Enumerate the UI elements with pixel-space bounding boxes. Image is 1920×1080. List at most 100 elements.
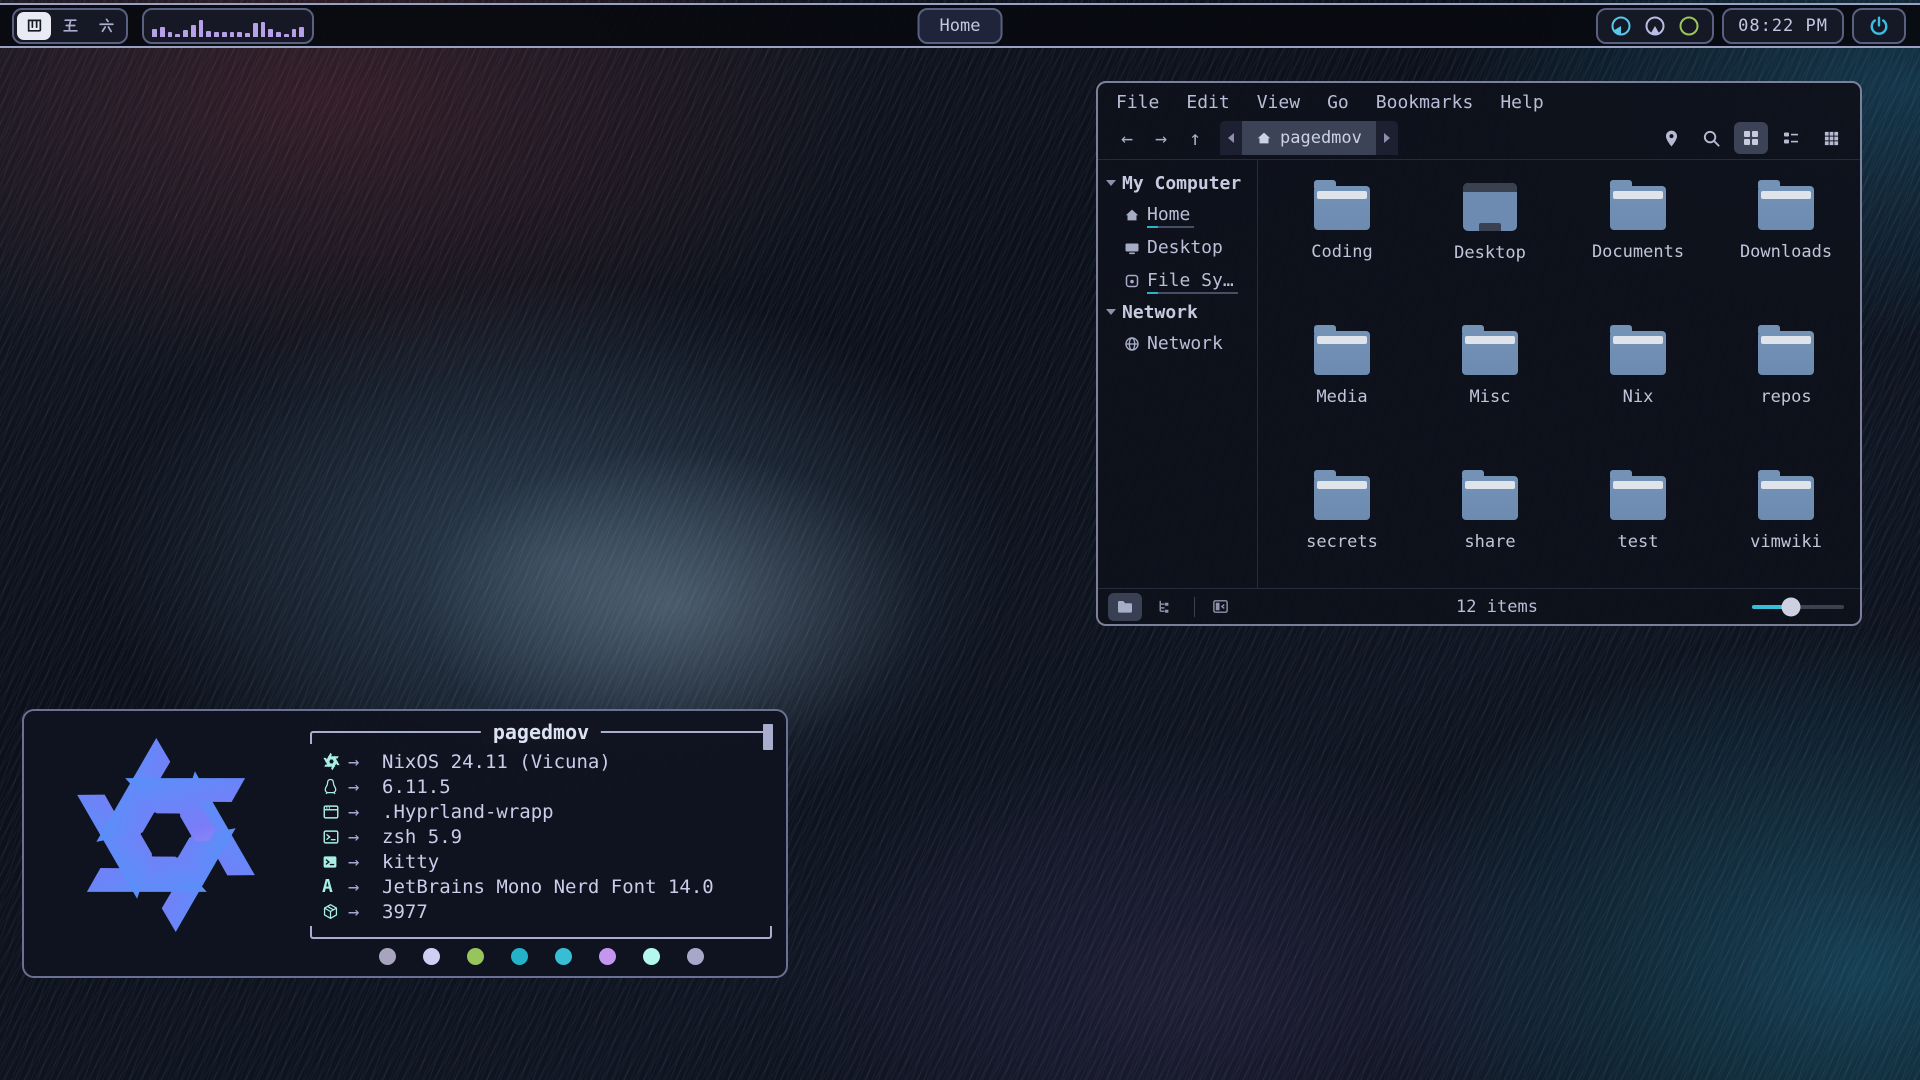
chevron-left-icon	[1228, 133, 1234, 143]
palette-dot	[687, 948, 704, 965]
folder-icon	[1610, 476, 1666, 520]
grid-view-icon	[1742, 129, 1760, 147]
sidebar-item-desktop[interactable]: Desktop	[1098, 231, 1257, 264]
sidebar-item-label: Home	[1147, 204, 1190, 225]
power-button[interactable]	[1852, 8, 1906, 44]
zoom-slider-thumb[interactable]	[1781, 597, 1800, 616]
fetch-row-kernel: → 6.11.5	[322, 774, 772, 799]
visualizer-bar	[199, 20, 204, 37]
folder-grid: Coding Desktop Documents Downloads	[1258, 160, 1860, 588]
palette-dot	[379, 948, 396, 965]
visualizer-bar	[245, 33, 250, 37]
dense-grid-icon	[1823, 130, 1840, 147]
menu-item[interactable]: Go	[1327, 92, 1349, 113]
disk-usage-pie-icon[interactable]	[1678, 15, 1700, 37]
workspace-switcher	[12, 8, 128, 44]
menu-bar: File Edit View Go Bookmarks Help	[1098, 83, 1860, 117]
terminal-icon	[322, 854, 338, 870]
forward-button[interactable]: →	[1144, 126, 1178, 150]
folder-icon	[1610, 331, 1666, 375]
menu-item[interactable]: Edit	[1186, 92, 1229, 113]
folder-item[interactable]: test	[1564, 460, 1712, 605]
section-title: Network	[1122, 302, 1198, 323]
folder-icon	[1610, 186, 1666, 230]
path-scroll-left-button[interactable]	[1220, 121, 1242, 155]
folder-icon	[1116, 598, 1134, 616]
search-button[interactable]	[1694, 122, 1728, 154]
visualizer-bar	[168, 32, 173, 37]
palette-dot	[511, 948, 528, 965]
icon-view-button[interactable]	[1734, 122, 1768, 154]
folder-item[interactable]: secrets	[1268, 460, 1416, 605]
path-scroll-right-button[interactable]	[1376, 121, 1398, 155]
folder-item[interactable]: Desktop	[1416, 170, 1564, 315]
folder-item[interactable]: Coding	[1268, 170, 1416, 315]
collapse-caret-icon	[1106, 180, 1116, 186]
terminal-window: pagedmov → NixOS 24.11 (Vicuna) → 6.11.5	[22, 709, 788, 978]
cjk-five-glyph-icon	[62, 17, 79, 34]
palette-dot	[599, 948, 616, 965]
thumbnail-view-button[interactable]	[1814, 122, 1848, 154]
compact-view-button[interactable]	[1774, 122, 1808, 154]
tux-icon	[322, 777, 339, 796]
folder-name: Documents	[1592, 242, 1684, 262]
visualizer-bar	[230, 32, 235, 37]
active-window-title[interactable]: Home	[918, 8, 1003, 44]
workspace-5[interactable]	[53, 12, 87, 40]
sidebar-item-filesystem[interactable]: File Sy…	[1098, 264, 1257, 297]
location-button[interactable]	[1654, 122, 1688, 154]
tree-view-button[interactable]	[1147, 593, 1181, 621]
menu-item[interactable]: Help	[1500, 92, 1543, 113]
menu-item[interactable]: File	[1116, 92, 1159, 113]
folder-item[interactable]: vimwiki	[1712, 460, 1860, 605]
folder-name: Desktop	[1454, 243, 1526, 263]
disk-usage-pie-icon[interactable]	[1610, 15, 1632, 37]
clock: 08:22 PM	[1722, 8, 1844, 44]
sidebar-item-label: File Sy…	[1147, 270, 1234, 291]
arrow-icon: →	[348, 826, 382, 848]
folder-name: Downloads	[1740, 242, 1832, 262]
folder-icon	[1462, 331, 1518, 375]
back-button[interactable]: ←	[1110, 126, 1144, 150]
folder-item[interactable]: Documents	[1564, 170, 1712, 315]
sidebar-item-label: Desktop	[1147, 237, 1223, 258]
workspace-6[interactable]	[89, 12, 123, 40]
desktop-icon	[1124, 240, 1140, 256]
fetch-row-terminal: → kitty	[322, 849, 772, 874]
visualizer-bar	[191, 25, 196, 37]
visualizer-bar	[222, 32, 227, 37]
sidebar-item-home[interactable]: Home	[1098, 198, 1257, 231]
folder-icon	[1758, 476, 1814, 520]
sidebar-section-network[interactable]: Network	[1098, 297, 1257, 327]
sidebar-item-network[interactable]: Network	[1098, 327, 1257, 360]
folder-item[interactable]: Media	[1268, 315, 1416, 460]
workspace-4[interactable]	[17, 12, 51, 40]
palette-dot	[423, 948, 440, 965]
up-button[interactable]: ↑	[1178, 126, 1212, 150]
side-panel-icon	[1212, 598, 1229, 615]
sidebar-section-my-computer[interactable]: My Computer	[1098, 168, 1257, 198]
menu-item[interactable]: View	[1257, 92, 1300, 113]
audio-visualizer	[142, 8, 314, 44]
disk-usage-pie-icon[interactable]	[1644, 15, 1666, 37]
folder-item[interactable]: repos	[1712, 315, 1860, 460]
folder-name: repos	[1760, 387, 1811, 407]
show-directories-button[interactable]	[1108, 593, 1142, 621]
folder-item[interactable]: Nix	[1564, 315, 1712, 460]
folder-item[interactable]: Misc	[1416, 315, 1564, 460]
toggle-side-panel-button[interactable]	[1203, 593, 1237, 621]
folder-item[interactable]: share	[1416, 460, 1564, 605]
menu-item[interactable]: Bookmarks	[1376, 92, 1474, 113]
location-pin-icon	[1662, 129, 1681, 148]
zoom-slider[interactable]	[1752, 597, 1844, 617]
path-segment-home[interactable]: pagedmov	[1242, 121, 1376, 155]
visualizer-bar	[268, 29, 273, 37]
folder-icon	[1314, 476, 1370, 520]
folder-item[interactable]: Downloads	[1712, 170, 1860, 315]
path-segment-label: pagedmov	[1280, 128, 1362, 148]
status-bar: 12 items	[1098, 588, 1860, 624]
tree-view-icon	[1156, 598, 1173, 615]
folder-name: test	[1618, 532, 1659, 552]
folder-name: Media	[1316, 387, 1367, 407]
shell-icon	[322, 828, 340, 846]
